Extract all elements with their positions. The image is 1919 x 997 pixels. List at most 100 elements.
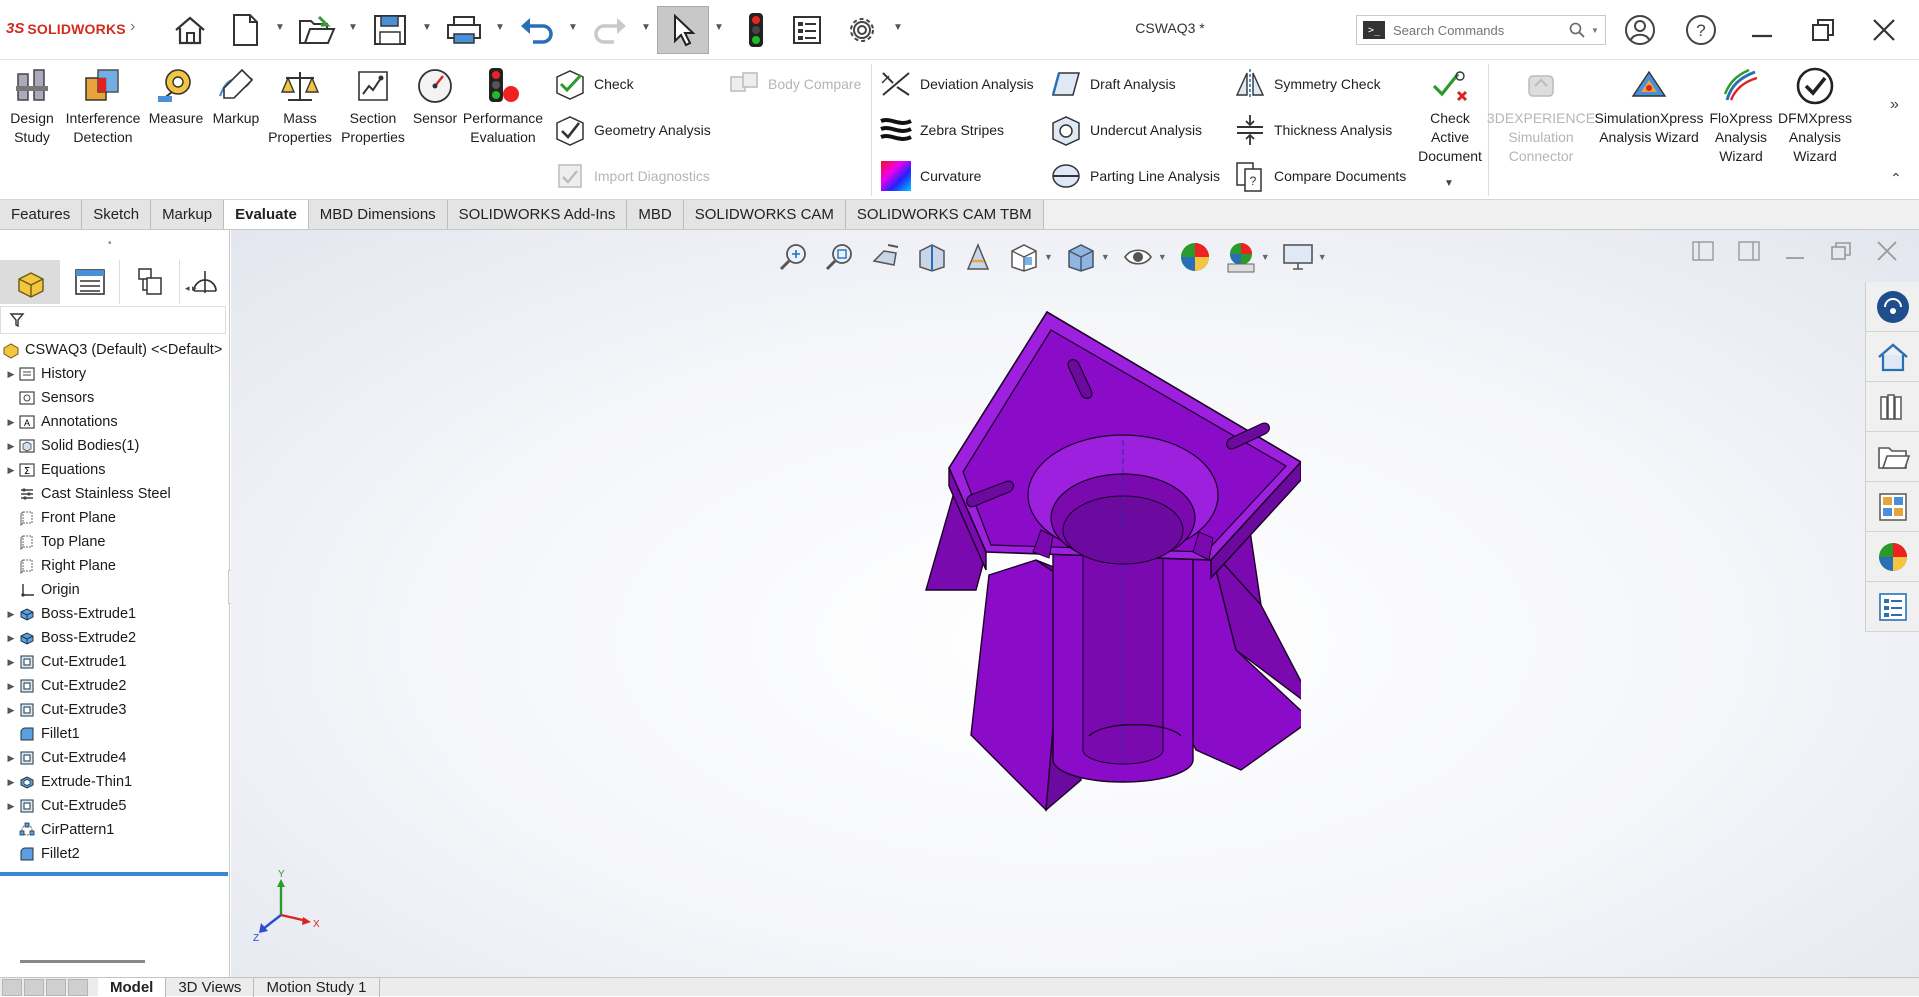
hide-show-dropdown-icon[interactable]: ▼ (1158, 252, 1167, 262)
configuration-manager-tab[interactable] (120, 260, 180, 304)
undercut-analysis-button[interactable]: Undercut Analysis (1048, 110, 1202, 150)
viewport-minimize-icon[interactable] (1783, 240, 1807, 262)
tree-item-boss-extrude1[interactable]: ▶ Boss-Extrude1 (0, 602, 230, 626)
open-button[interactable] (295, 6, 339, 54)
split-viewport-right-icon[interactable] (1737, 240, 1761, 262)
last-tab-arrow[interactable] (68, 978, 88, 996)
measure-button[interactable]: Measure (146, 64, 206, 128)
tab-solidworks-cam-tbm[interactable]: SOLIDWORKS CAM TBM (845, 200, 1044, 229)
design-study-button[interactable]: Design Study (4, 64, 60, 147)
tree-item-cirpattern1[interactable]: CirPattern1 (0, 818, 230, 842)
save-dropdown-icon[interactable]: ▼ (422, 22, 432, 33)
search-icon[interactable] (1569, 22, 1585, 38)
zebra-stripes-button[interactable]: Zebra Stripes (878, 110, 1004, 150)
tree-item-front-plane[interactable]: Front Plane (0, 506, 230, 530)
tree-item-fillet2[interactable]: Fillet2 (0, 842, 230, 866)
geometry-analysis-button[interactable]: Geometry Analysis (552, 110, 711, 150)
tab-markup[interactable]: Markup (151, 200, 225, 229)
property-manager-tab[interactable] (60, 260, 120, 304)
draft-analysis-button[interactable]: Draft Analysis (1048, 64, 1176, 104)
tree-item-cast-stainless-steel[interactable]: Cast Stainless Steel (0, 482, 230, 506)
tree-item-top-plane[interactable]: Top Plane (0, 530, 230, 554)
tree-expand-icon[interactable]: ▶ (4, 777, 18, 788)
options-button[interactable] (840, 6, 884, 54)
view-settings-button[interactable] (1280, 239, 1316, 275)
tree-expand-icon[interactable]: ▶ (4, 753, 18, 764)
check-active-document-button[interactable]: Check Active Document (1412, 64, 1488, 166)
tree-expand-icon[interactable]: ▶ (4, 417, 18, 428)
reference-triad[interactable]: Y X Z (251, 865, 321, 945)
tree-item-fillet1[interactable]: Fillet1 (0, 722, 230, 746)
redo-button[interactable] (588, 6, 632, 54)
select-button[interactable] (657, 6, 709, 54)
tree-filter[interactable] (0, 306, 226, 334)
3dexperience-simulation-connector-button[interactable]: 3DEXPERIENCE Simulation Connector (1487, 64, 1595, 166)
tree-root-part[interactable]: CSWAQ3 (Default) <<Default> (0, 338, 230, 362)
view-orientation-dropdown-icon[interactable]: ▼ (1044, 252, 1053, 262)
undo-button[interactable] (515, 6, 559, 54)
tree-item-cut-extrude4[interactable]: ▶ Cut-Extrude4 (0, 746, 230, 770)
close-button[interactable] (1864, 10, 1904, 50)
performance-evaluation-button[interactable]: Performance Evaluation (462, 64, 544, 147)
floxpress-button[interactable]: FloXpress Analysis Wizard (1706, 64, 1776, 166)
save-button[interactable] (368, 6, 412, 54)
tree-expand-icon[interactable]: ▶ (4, 441, 18, 452)
thickness-analysis-button[interactable]: Thickness Analysis (1232, 110, 1392, 150)
tree-item-cut-extrude2[interactable]: ▶ Cut-Extrude2 (0, 674, 230, 698)
tree-item-solid-bodies-1[interactable]: ▶ Solid Bodies(1) (0, 434, 230, 458)
tree-item-origin[interactable]: Origin (0, 578, 230, 602)
redo-dropdown-icon[interactable]: ▼ (641, 22, 651, 33)
tree-expand-icon[interactable]: ▶ (4, 705, 18, 716)
solidworks-logo[interactable]: 3S SOLIDWORKS (6, 20, 126, 37)
section-properties-button[interactable]: Section Properties (338, 64, 408, 147)
simulationxpress-button[interactable]: SimulationXpress Analysis Wizard (1594, 64, 1704, 147)
tree-item-equations[interactable]: ▶ Σ Equations (0, 458, 230, 482)
previous-view-button[interactable] (868, 239, 904, 275)
new-dropdown-icon[interactable]: ▼ (275, 22, 285, 33)
options-dropdown-icon[interactable]: ▼ (893, 22, 903, 33)
part-model[interactable] (821, 290, 1301, 850)
display-style-dropdown-icon[interactable]: ▼ (1101, 252, 1110, 262)
tree-expand-icon[interactable]: ▶ (4, 681, 18, 692)
feature-manager-tab[interactable] (0, 260, 60, 304)
tree-item-extrude-thin1[interactable]: ▶ Extrude-Thin1 (0, 770, 230, 794)
import-diagnostics-button[interactable]: Import Diagnostics (552, 156, 710, 196)
tree-expand-icon[interactable]: ▶ (4, 801, 18, 812)
viewport-close-icon[interactable] (1875, 240, 1899, 262)
minimize-button[interactable] (1742, 10, 1782, 50)
tab-3d-views[interactable]: 3D Views (166, 977, 255, 997)
tab-motion-study-1[interactable]: Motion Study 1 (254, 977, 380, 997)
zoom-to-fit-button[interactable] (776, 239, 812, 275)
tab-evaluate[interactable]: Evaluate (224, 200, 309, 229)
tree-expand-icon[interactable]: ▶ (4, 369, 18, 380)
ribbon-more-icon[interactable]: » (1890, 96, 1899, 114)
tree-item-boss-extrude2[interactable]: ▶ Boss-Extrude2 (0, 626, 230, 650)
tab-mbd[interactable]: MBD (627, 200, 684, 229)
custom-properties-tab[interactable] (1866, 582, 1919, 632)
tab-sketch[interactable]: Sketch (82, 200, 152, 229)
rebuild-button[interactable] (738, 6, 774, 54)
body-compare-button[interactable]: Body Compare (726, 64, 861, 104)
first-tab-arrow[interactable] (2, 978, 22, 996)
tab-model[interactable]: Model (98, 977, 167, 997)
select-dropdown-icon[interactable]: ▼ (714, 22, 724, 33)
view-palette-tab[interactable] (1866, 482, 1919, 532)
solidworks-resources-tab[interactable] (1866, 282, 1919, 332)
search-commands-box[interactable]: >_ ▼ (1356, 15, 1606, 45)
tab-solidworks-cam[interactable]: SOLIDWORKS CAM (683, 200, 846, 229)
check-button[interactable]: Check (552, 64, 634, 104)
ribbon-expand-icon[interactable]: ▼ (1444, 178, 1454, 189)
tree-expand-icon[interactable]: ▶ (4, 633, 18, 644)
view-settings-dropdown-icon[interactable]: ▼ (1318, 252, 1327, 262)
tree-expand-icon[interactable]: ▶ (4, 465, 18, 476)
display-style-button[interactable] (1063, 239, 1099, 275)
new-document-button[interactable] (225, 6, 265, 54)
dimxpert-tab[interactable] (180, 260, 230, 304)
parting-line-analysis-button[interactable]: Parting Line Analysis (1048, 156, 1220, 196)
print-button[interactable] (442, 6, 486, 54)
home-tab[interactable] (1866, 332, 1919, 382)
zoom-to-area-button[interactable] (822, 239, 858, 275)
sensor-button[interactable]: Sensor (410, 64, 460, 128)
markup-button[interactable]: Markup (208, 64, 264, 128)
tree-item-annotations[interactable]: ▶ A Annotations (0, 410, 230, 434)
